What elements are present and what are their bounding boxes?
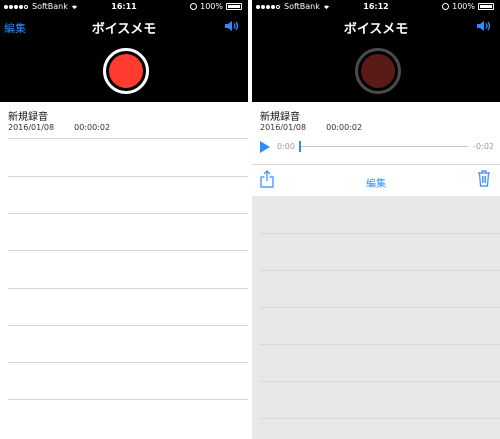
recording-name: 新規録音: [8, 112, 48, 123]
recording-meta: 2016/01/08 00:00:02: [260, 123, 362, 132]
playback-position: 0:00: [277, 142, 295, 151]
recording-duration: 00:00:02: [74, 123, 111, 132]
recording-date: 2016/01/08: [260, 123, 307, 132]
edit-button[interactable]: 編集: [252, 175, 500, 190]
header: SoftBank 16:12 100% ボイスメモ: [252, 0, 500, 102]
battery-icon: [226, 3, 242, 10]
recording-duration: 00:00:02: [326, 123, 363, 132]
row-divider: [8, 250, 248, 251]
row-divider: [260, 344, 500, 345]
speaker-icon[interactable]: [224, 19, 240, 33]
status-bar: SoftBank 16:11 100%: [0, 0, 248, 14]
phone-screen-left: SoftBank 16:11 100% 編集 ボイスメモ 新規録音 2016/0…: [0, 0, 248, 439]
lock-rotation-icon: [442, 3, 450, 10]
page-title: ボイスメモ: [343, 22, 409, 37]
recording-meta: 2016/01/08 00:00:02: [8, 123, 110, 132]
phone-screen-right: SoftBank 16:12 100% ボイスメモ 新規録音 2016/01/0…: [252, 0, 500, 439]
row-divider: [8, 138, 248, 139]
list-item[interactable]: 新規録音 2016/01/08 00:00:02: [252, 102, 500, 136]
row-divider: [8, 362, 248, 363]
battery-percent: 100%: [452, 2, 475, 11]
battery-icon: [478, 3, 494, 10]
play-icon[interactable]: [260, 141, 270, 153]
page-title: ボイスメモ: [91, 22, 157, 37]
row-divider: [260, 233, 500, 234]
row-divider: [8, 176, 248, 177]
playback-remaining: -0:02: [473, 142, 494, 151]
empty-list-area: [252, 196, 500, 439]
status-right: 100%: [190, 2, 242, 11]
row-divider: [8, 399, 248, 400]
row-divider: [260, 307, 500, 308]
recording-date: 2016/01/08: [8, 123, 55, 132]
playback-scrubber[interactable]: [299, 146, 468, 147]
record-button[interactable]: [103, 48, 149, 94]
row-divider: [260, 381, 500, 382]
record-button[interactable]: [355, 48, 401, 94]
trash-icon[interactable]: [477, 169, 491, 187]
row-divider: [260, 270, 500, 271]
recording-toolbar: 編集: [252, 164, 500, 196]
scrubber-handle[interactable]: [299, 141, 301, 152]
audio-player: 0:00 -0:02: [252, 136, 500, 158]
speaker-icon[interactable]: [476, 19, 492, 33]
status-bar: SoftBank 16:12 100%: [252, 0, 500, 14]
lock-rotation-icon: [190, 3, 198, 10]
recording-name: 新規録音: [260, 112, 300, 123]
row-divider: [8, 213, 248, 214]
row-divider: [260, 418, 500, 419]
header: SoftBank 16:11 100% 編集 ボイスメモ: [0, 0, 248, 102]
row-divider: [8, 288, 248, 289]
battery-percent: 100%: [200, 2, 223, 11]
list-item[interactable]: 新規録音 2016/01/08 00:00:02: [0, 102, 248, 142]
status-right: 100%: [442, 2, 494, 11]
row-divider: [8, 325, 248, 326]
